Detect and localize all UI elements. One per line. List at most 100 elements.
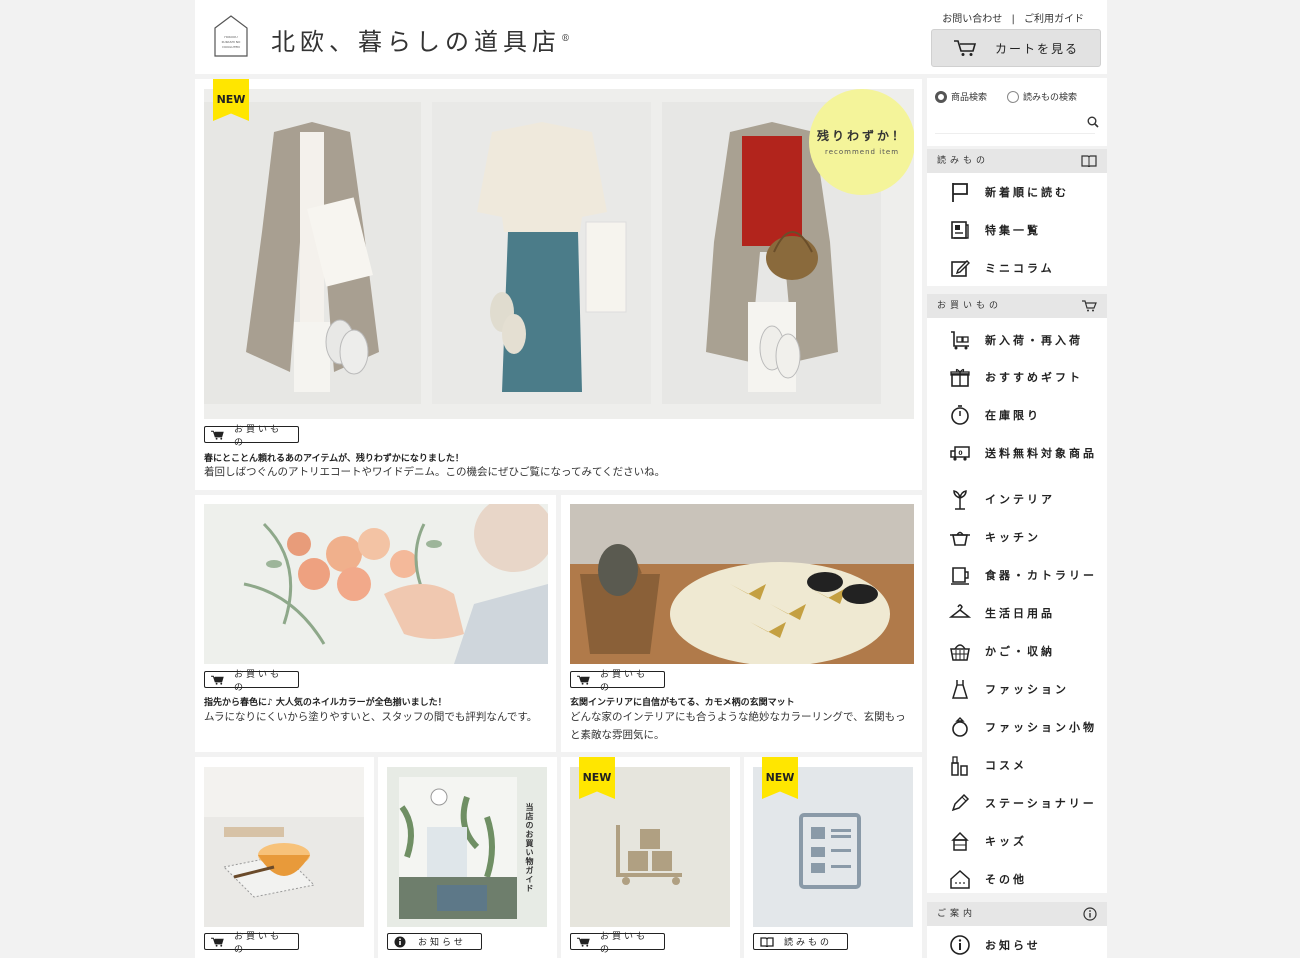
menu-item-label: 送料無料対象商品 [985, 447, 1097, 460]
radio-article-label: 読みもの検索 [1023, 93, 1078, 103]
hero-body: 着回しばつぐんのアトリエコートやワイドデニム。この機会にぜひご覧になってみてくだ… [204, 466, 666, 478]
radio-product-label: 商品検索 [951, 93, 988, 103]
menu-item-interior[interactable]: インテリア [927, 480, 1107, 517]
menu-item-kitchen[interactable]: キッチン [927, 518, 1107, 555]
shopping-tag[interactable]: お買いもの [570, 932, 665, 955]
hero-card[interactable]: 残りわずか！ recommend item NEW お買いもの 春にとことん頼れ… [195, 79, 922, 490]
article-title[interactable]: 玄関インテリアに自信がもてる、カモメ柄の玄関マット [570, 695, 795, 708]
menu-item-fashion[interactable]: ファッション [927, 670, 1107, 707]
menu-item-label: ファッション小物 [985, 721, 1097, 734]
shopping-tag[interactable]: お買いもの [570, 670, 665, 693]
site-title[interactable]: 北欧、暮らしの道具店® [271, 22, 570, 57]
reading-tag[interactable]: 読みもの [753, 933, 848, 950]
menu-item-notices[interactable]: お知らせ [927, 926, 1107, 958]
view-cart-button[interactable]: カートを見る [931, 29, 1101, 67]
menu-item-label: ファッション [985, 683, 1069, 696]
guide-link[interactable]: ご利用ガイド [1024, 14, 1084, 25]
book-icon [760, 936, 774, 947]
flag-icon [952, 183, 968, 202]
radio-article-search[interactable]: 読みもの検索 [1007, 90, 1077, 103]
page: HOKUOU KURASHI NO DOUGUTEN 北欧、暮らしの道具店® お… [195, 0, 1107, 958]
photo-panel [204, 102, 421, 404]
svg-text:0: 0 [958, 450, 965, 457]
hanger-icon [949, 604, 971, 618]
article-card[interactable]: お買いもの 指先から春色に♪ 大人気のネイルカラーが全色揃いました！ ムラになり… [195, 495, 556, 752]
shopping-tag[interactable]: お買いもの [204, 425, 299, 448]
svg-text:HOKUOU: HOKUOU [224, 35, 237, 39]
ring-icon [952, 717, 968, 737]
nail-color-image[interactable] [204, 504, 548, 664]
article-card[interactable]: NEW お買いもの [561, 757, 740, 958]
menu-item-cosmetics[interactable]: コスメ [927, 746, 1107, 783]
shopping-guide-vertical-label: 当店のお買い物ガイド [525, 803, 534, 893]
contact-link[interactable]: お問い合わせ [942, 14, 1002, 25]
bowl-image[interactable] [204, 767, 364, 927]
utility-nav: お問い合わせ | ご利用ガイド [939, 10, 1087, 25]
svg-text:DOUGUTEN: DOUGUTEN [222, 45, 239, 49]
book-icon [1081, 155, 1097, 167]
menu-item-fashion-accessories[interactable]: ファッション小物 [927, 708, 1107, 745]
menu-item-baskets[interactable]: かご・収納 [927, 632, 1107, 669]
utility-separator: | [1011, 14, 1015, 25]
menu-item-kids[interactable]: キッズ [927, 822, 1107, 859]
radio-product-search[interactable]: 商品検索 [935, 90, 987, 103]
article-card[interactable]: 当店のお買い物ガイド お知らせ [378, 757, 557, 958]
menu-item-label: 食器・カトラリー [985, 569, 1097, 582]
menu-item-label: ミニコラム [985, 262, 1055, 275]
shopping-tag[interactable]: お買いもの [204, 670, 299, 693]
menu-item-features[interactable]: 特集一覧 [927, 211, 1107, 248]
article-card[interactable]: お買いもの 玄関インテリアに自信がもてる、カモメ柄の玄関マット どんな家のインテ… [561, 495, 922, 752]
hero-image[interactable]: 残りわずか！ recommend item [204, 89, 914, 419]
menu-item-gifts[interactable]: おすすめギフト [927, 358, 1107, 395]
menu-item-stationery[interactable]: ステーショナリー [927, 784, 1107, 821]
cosmetics-icon [951, 756, 968, 776]
menu-item-label: かご・収納 [985, 645, 1055, 658]
house-icon [950, 869, 970, 889]
cart-icon [211, 675, 224, 685]
menu-item-label: 新入荷・再入荷 [985, 334, 1083, 347]
menu-item-free-shipping[interactable]: 0 送料無料対象商品 [927, 434, 1107, 471]
menu-item-label: コスメ [985, 759, 1027, 772]
shopping-tag-label: お買いもの [234, 669, 283, 693]
info-section-header: ご案内 [927, 902, 1107, 926]
remaining-few-subtitle: recommend item [824, 148, 900, 156]
menu-item-tableware[interactable]: 食器・カトラリー [927, 556, 1107, 593]
menu-item-new-articles[interactable]: 新着順に読む [927, 173, 1107, 210]
menu-item-limited-stock[interactable]: 在庫限り [927, 396, 1107, 433]
cart-icon [577, 675, 590, 685]
shopping-tag-label: お買いもの [600, 669, 649, 693]
article-title[interactable]: 指先から春色に♪ 大人気のネイルカラーが全色揃いました！ [204, 695, 447, 708]
search-input[interactable] [935, 112, 1095, 134]
svg-text:KURASHI NO: KURASHI NO [222, 40, 241, 44]
menu-item-other[interactable]: その他 [927, 860, 1107, 897]
menu-item-label: 生活日用品 [985, 607, 1055, 620]
reading-menu: 新着順に読む 特集一覧 ミニコラム [927, 173, 1107, 286]
menu-item-new-arrivals[interactable]: 新入荷・再入荷 [927, 321, 1107, 358]
article-card[interactable]: NEW 読みもの [744, 757, 922, 958]
article-card[interactable]: お買いもの [195, 757, 374, 958]
search-panel: 商品検索 読みもの検索 [927, 78, 1107, 146]
stopwatch-icon [951, 405, 969, 425]
shopping-tag-label: お買いもの [234, 424, 283, 448]
search-icon[interactable] [1087, 116, 1099, 128]
door-mat-image[interactable] [570, 504, 914, 664]
menu-item-label: ステーショナリー [985, 797, 1097, 810]
notice-tag-label: お知らせ [418, 938, 466, 948]
remaining-few-badge: 残りわずか！ recommend item [809, 89, 914, 195]
menu-item-mini-column[interactable]: ミニコラム [927, 249, 1107, 286]
logo-icon[interactable]: HOKUOU KURASHI NO DOUGUTEN [213, 14, 249, 58]
cart-icon [211, 430, 224, 440]
menu-item-daily-goods[interactable]: 生活日用品 [927, 594, 1107, 631]
shopping-section-header: お買いもの [927, 294, 1107, 318]
shopping-menu: 新入荷・再入荷 おすすめギフト 在庫限り 0 送料無料対象商品 インテリア キッ… [927, 318, 1107, 893]
menu-item-label: おすすめギフト [985, 371, 1083, 384]
cart-icon [953, 40, 977, 56]
shopping-section-title: お買いもの [937, 301, 1003, 311]
cart-icon [1082, 300, 1097, 312]
menu-item-label: 特集一覧 [985, 224, 1041, 237]
shopping-guide-image[interactable]: 当店のお買い物ガイド [387, 767, 547, 927]
shopping-tag[interactable]: お買いもの [204, 932, 299, 955]
basket-icon [950, 644, 970, 661]
info-icon [1083, 907, 1097, 921]
notice-tag[interactable]: お知らせ [387, 933, 482, 950]
